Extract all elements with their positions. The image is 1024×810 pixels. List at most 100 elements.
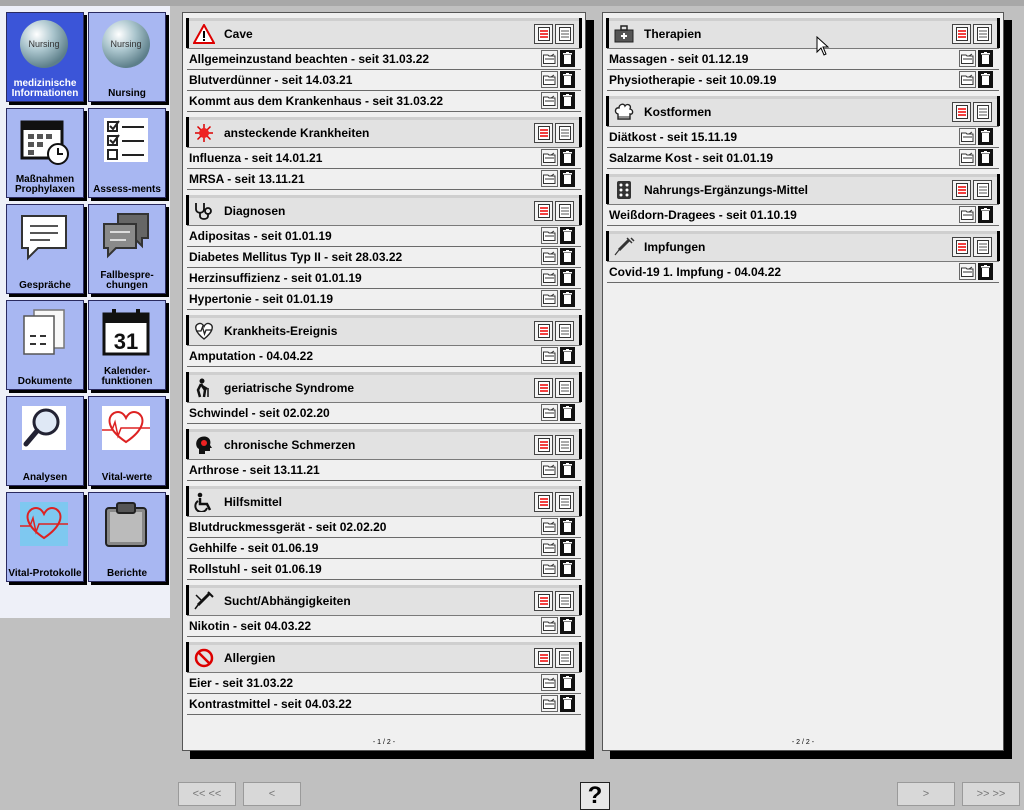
trash-icon[interactable]: [978, 128, 993, 145]
open-folder-icon[interactable]: [959, 263, 976, 280]
trash-icon[interactable]: [978, 263, 993, 280]
list-item[interactable]: Blutdruckmessgerät - seit 02.02.20: [187, 517, 581, 538]
nav-analysen[interactable]: Analysen: [6, 396, 84, 486]
open-folder-icon[interactable]: [541, 347, 558, 364]
section-report-button[interactable]: [534, 201, 553, 221]
trash-icon[interactable]: [560, 461, 575, 478]
open-folder-icon[interactable]: [541, 170, 558, 187]
list-item[interactable]: MRSA - seit 13.11.21: [187, 169, 581, 190]
trash-icon[interactable]: [560, 227, 575, 244]
list-item[interactable]: Covid-19 1. Impfung - 04.04.22: [607, 262, 999, 283]
trash-icon[interactable]: [560, 170, 575, 187]
open-folder-icon[interactable]: [541, 290, 558, 307]
section-report-button[interactable]: [952, 24, 971, 44]
trash-icon[interactable]: [560, 695, 575, 712]
section-report-button[interactable]: [534, 492, 553, 512]
trash-icon[interactable]: [560, 347, 575, 364]
nav-medizinische-informationen[interactable]: Nursing medizinische Informationen: [6, 12, 84, 102]
trash-icon[interactable]: [560, 269, 575, 286]
section-report-button[interactable]: [534, 591, 553, 611]
nav-fallbesprechungen[interactable]: Fallbespre-chungen: [88, 204, 166, 294]
section-report-button[interactable]: [534, 648, 553, 668]
section-report-button[interactable]: [952, 237, 971, 257]
trash-icon[interactable]: [560, 248, 575, 265]
open-folder-icon[interactable]: [541, 695, 558, 712]
list-item[interactable]: Influenza - seit 14.01.21: [187, 148, 581, 169]
open-folder-icon[interactable]: [541, 617, 558, 634]
list-item[interactable]: Rollstuhl - seit 01.06.19: [187, 559, 581, 580]
section-list-button[interactable]: [973, 237, 992, 257]
section-list-button[interactable]: [555, 648, 574, 668]
open-folder-icon[interactable]: [541, 92, 558, 109]
list-item[interactable]: Hypertonie - seit 01.01.19: [187, 289, 581, 310]
nav-vitalwerte[interactable]: Vital-werte: [88, 396, 166, 486]
section-list-button[interactable]: [555, 123, 574, 143]
section-report-button[interactable]: [534, 378, 553, 398]
list-item[interactable]: Physiotherapie - seit 10.09.19: [607, 70, 999, 91]
nav-gespraeche[interactable]: Gespräche: [6, 204, 84, 294]
list-item[interactable]: Gehhilfe - seit 01.06.19: [187, 538, 581, 559]
list-item[interactable]: Salzarme Kost - seit 01.01.19: [607, 148, 999, 169]
nav-assessments[interactable]: Assess-ments: [88, 108, 166, 198]
section-list-button[interactable]: [555, 378, 574, 398]
section-report-button[interactable]: [534, 123, 553, 143]
list-item[interactable]: Blutverdünner - seit 14.03.21: [187, 70, 581, 91]
open-folder-icon[interactable]: [541, 518, 558, 535]
list-item[interactable]: Diätkost - seit 15.11.19: [607, 127, 999, 148]
list-item[interactable]: Schwindel - seit 02.02.20: [187, 403, 581, 424]
section-list-button[interactable]: [555, 24, 574, 44]
list-item[interactable]: Nikotin - seit 04.03.22: [187, 616, 581, 637]
list-item[interactable]: Weißdorn-Dragees - seit 01.10.19: [607, 205, 999, 226]
list-item[interactable]: Kommt aus dem Krankenhaus - seit 31.03.2…: [187, 91, 581, 112]
nav-kalenderfunktionen[interactable]: 31 Kalender-funktionen: [88, 300, 166, 390]
nav-dokumente[interactable]: Dokumente: [6, 300, 84, 390]
list-item[interactable]: Allgemeinzustand beachten - seit 31.03.2…: [187, 49, 581, 70]
trash-icon[interactable]: [978, 71, 993, 88]
list-item[interactable]: Eier - seit 31.03.22: [187, 673, 581, 694]
list-item[interactable]: Kontrastmittel - seit 04.03.22: [187, 694, 581, 715]
open-folder-icon[interactable]: [541, 560, 558, 577]
open-folder-icon[interactable]: [541, 149, 558, 166]
open-folder-icon[interactable]: [959, 149, 976, 166]
previous-page-button[interactable]: <: [243, 782, 301, 806]
open-folder-icon[interactable]: [959, 71, 976, 88]
section-report-button[interactable]: [952, 180, 971, 200]
list-item[interactable]: Diabetes Mellitus Typ II - seit 28.03.22: [187, 247, 581, 268]
list-item[interactable]: Massagen - seit 01.12.19: [607, 49, 999, 70]
trash-icon[interactable]: [560, 560, 575, 577]
trash-icon[interactable]: [560, 539, 575, 556]
open-folder-icon[interactable]: [959, 128, 976, 145]
nav-nursing[interactable]: Nursing Nursing: [88, 12, 166, 102]
list-item[interactable]: Amputation - 04.04.22: [187, 346, 581, 367]
open-folder-icon[interactable]: [541, 539, 558, 556]
nav-massnahmen-prophylaxen[interactable]: Maßnahmen Prophylaxen: [6, 108, 84, 198]
section-report-button[interactable]: [534, 321, 553, 341]
open-folder-icon[interactable]: [541, 248, 558, 265]
trash-icon[interactable]: [978, 149, 993, 166]
trash-icon[interactable]: [560, 50, 575, 67]
open-folder-icon[interactable]: [959, 206, 976, 223]
open-folder-icon[interactable]: [541, 227, 558, 244]
trash-icon[interactable]: [560, 71, 575, 88]
section-report-button[interactable]: [952, 102, 971, 122]
trash-icon[interactable]: [560, 92, 575, 109]
trash-icon[interactable]: [560, 404, 575, 421]
section-list-button[interactable]: [555, 321, 574, 341]
section-report-button[interactable]: [534, 24, 553, 44]
open-folder-icon[interactable]: [541, 269, 558, 286]
open-folder-icon[interactable]: [541, 461, 558, 478]
nav-vitalprotokolle[interactable]: Vital-Protokolle: [6, 492, 84, 582]
nav-berichte[interactable]: Berichte: [88, 492, 166, 582]
section-list-button[interactable]: [973, 180, 992, 200]
open-folder-icon[interactable]: [541, 71, 558, 88]
trash-icon[interactable]: [560, 149, 575, 166]
last-page-button[interactable]: >> >>: [962, 782, 1020, 806]
list-item[interactable]: Herzinsuffizienz - seit 01.01.19: [187, 268, 581, 289]
section-list-button[interactable]: [555, 492, 574, 512]
open-folder-icon[interactable]: [959, 50, 976, 67]
trash-icon[interactable]: [978, 50, 993, 67]
list-item[interactable]: Arthrose - seit 13.11.21: [187, 460, 581, 481]
trash-icon[interactable]: [560, 290, 575, 307]
section-list-button[interactable]: [555, 591, 574, 611]
section-report-button[interactable]: [534, 435, 553, 455]
